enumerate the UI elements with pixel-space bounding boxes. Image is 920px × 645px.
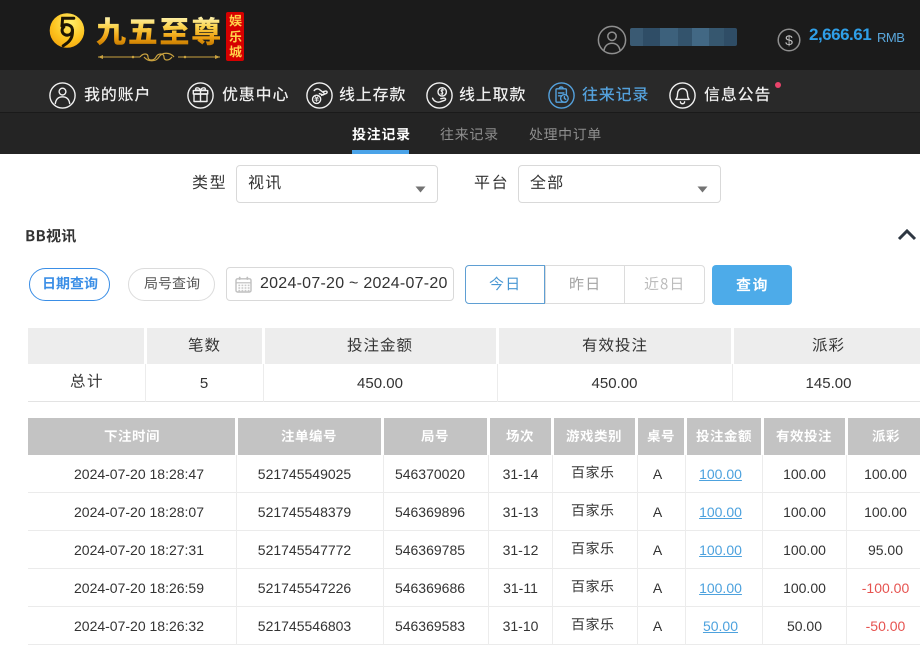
svg-text:$: $ (785, 32, 793, 48)
